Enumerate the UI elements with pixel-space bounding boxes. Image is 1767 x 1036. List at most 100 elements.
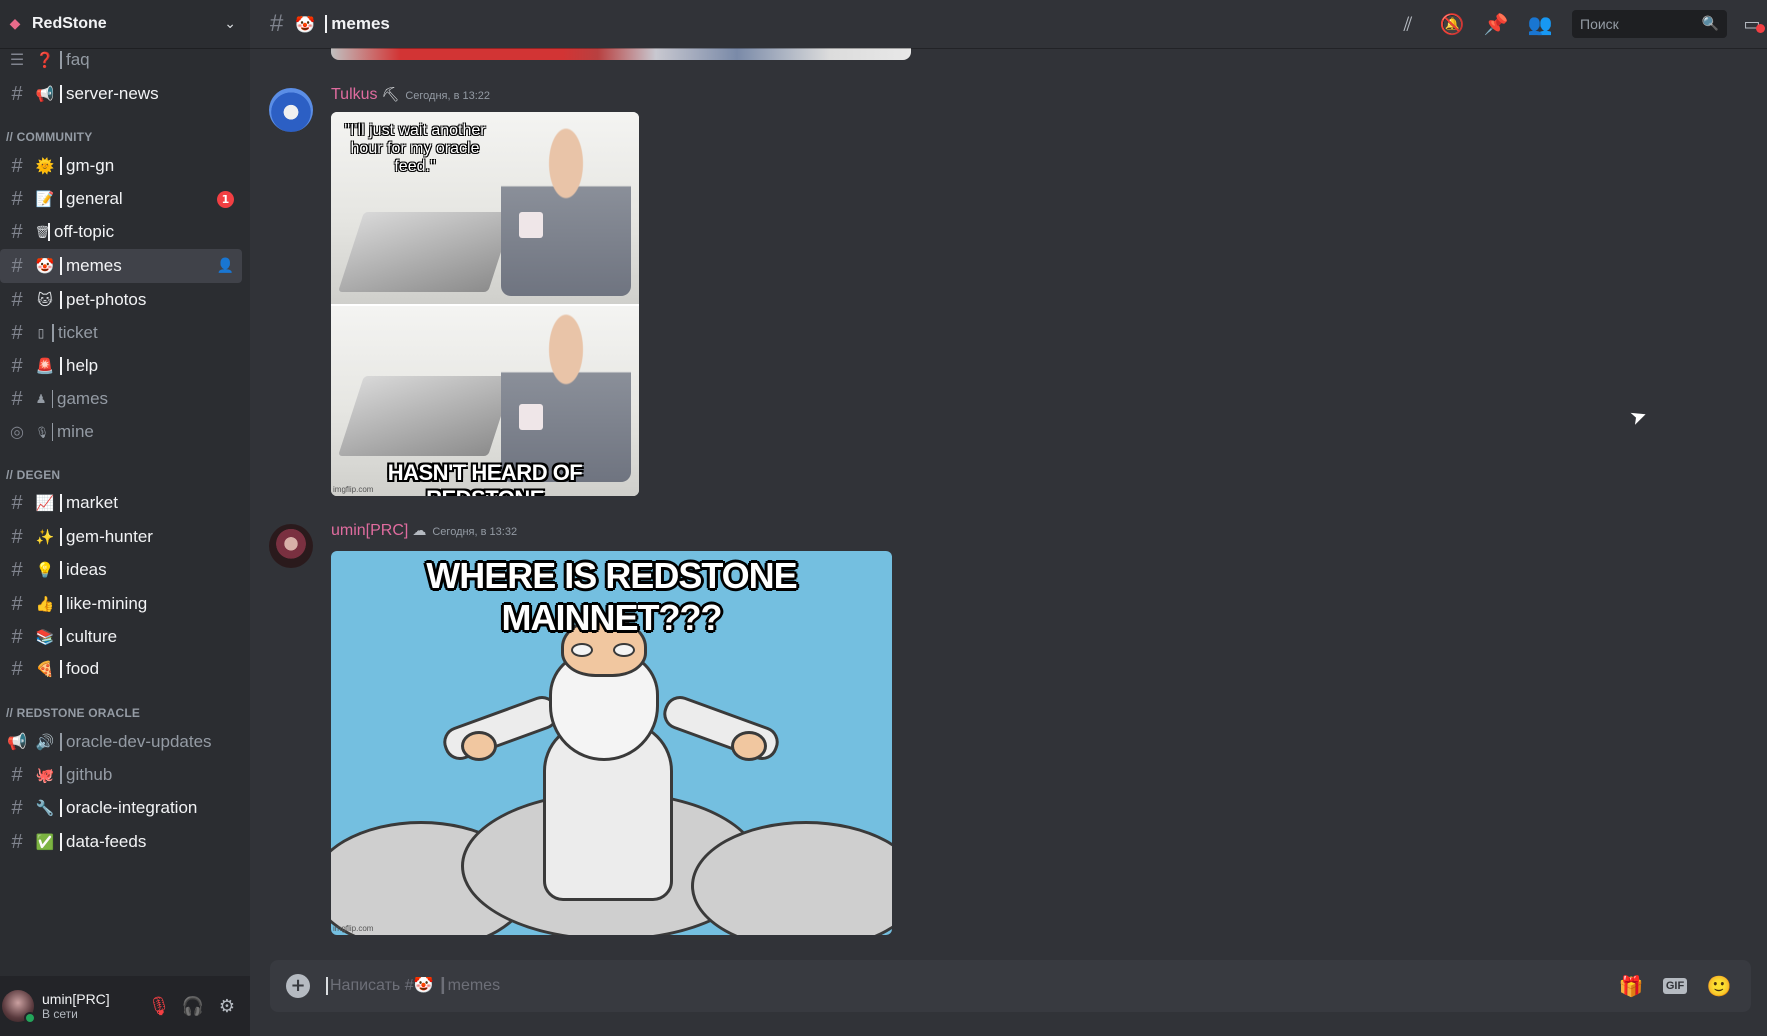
chevron-down-icon[interactable]: ⌄	[224, 16, 236, 32]
channel-name: server-news	[66, 84, 159, 103]
gif-label: GIF	[1662, 978, 1688, 994]
meme-image-hide-the-pain[interactable]: "I'll just wait another hour for my orac…	[331, 112, 639, 496]
gif-button[interactable]: GIF	[1653, 978, 1697, 994]
channel-mine[interactable]: ◎ 🎙 mine	[0, 415, 242, 449]
channel-oracle-dev-updates[interactable]: 📢 🔊 oracle-dev-updates	[0, 725, 242, 759]
channel-emoji: 📢	[35, 85, 55, 103]
message-input[interactable]	[326, 977, 1609, 995]
channel-like-mining[interactable]: # 👍 like-mining	[0, 587, 242, 621]
hash-icon: #	[11, 354, 23, 377]
member-list-icon[interactable]: 👥	[1518, 12, 1562, 36]
channel-games[interactable]: # ♟ games	[0, 382, 242, 416]
channel-data-feeds[interactable]: # ✅ data-feeds	[0, 825, 242, 859]
channel-emoji: 📚	[35, 628, 55, 646]
channel-emoji: 🎙	[35, 425, 49, 439]
pickaxe-icon: ⛏	[381, 87, 400, 103]
inbox-icon[interactable]: ▭	[1737, 14, 1767, 35]
channel-name: ticket	[58, 323, 98, 342]
server-header[interactable]: ◆ RedStone ⌄	[0, 0, 250, 48]
previous-message-image[interactable]	[331, 48, 911, 60]
author-name[interactable]: umin[PRC]	[331, 522, 408, 540]
user-meta[interactable]: umin[PRC] В сети	[42, 991, 142, 1021]
hash-icon: #	[11, 657, 23, 680]
message-header: umin[PRC] ☁ Сегодня, в 13:32	[331, 522, 517, 540]
gift-icon[interactable]: 🎁	[1609, 974, 1653, 998]
threads-icon[interactable]: ⫽	[1386, 12, 1430, 36]
channel-divider	[60, 51, 62, 69]
sticker-icon[interactable]: 🙂	[1697, 974, 1741, 998]
headphones-icon[interactable]: 🎧	[176, 989, 210, 1023]
channel-gem-hunter[interactable]: # ✨ gem-hunter	[0, 520, 242, 554]
watermark: imgflip.com	[333, 485, 374, 494]
channel-general[interactable]: # 📝 general 1	[0, 182, 242, 216]
gear-icon[interactable]: ⚙	[210, 989, 244, 1023]
pin-icon[interactable]: 📌	[1474, 12, 1518, 36]
channel-name: off-topic	[54, 222, 115, 241]
channel-name: pet-photos	[66, 290, 147, 309]
channel-gm-gn[interactable]: # 🌞 gm-gn	[0, 149, 242, 183]
channel-server-news[interactable]: # 📢 server-news	[0, 77, 242, 111]
notifications-muted-icon[interactable]: 🔕	[1430, 12, 1474, 36]
discord-app: ◆ RedStone ⌄ ☰ ❓ faq # 📢 server-news // …	[0, 0, 1767, 1036]
laptop-illustration	[338, 212, 514, 292]
channel-divider	[60, 157, 62, 175]
online-status-dot	[24, 1012, 36, 1024]
message-composer: + 🎁 GIF 🙂	[270, 960, 1751, 1012]
hash-icon: #	[270, 10, 284, 37]
channel-food[interactable]: # 🍕 food	[0, 652, 242, 686]
add-attachment-button[interactable]: +	[286, 974, 310, 998]
channel-culture[interactable]: # 📚 culture	[0, 620, 242, 654]
channel-emoji: 📝	[35, 190, 55, 208]
hash-icon: #	[11, 796, 23, 819]
channel-ticket[interactable]: # ▯ ticket	[0, 316, 242, 350]
channel-ideas[interactable]: # 💡 ideas	[0, 553, 242, 587]
search-input[interactable]	[1580, 16, 1690, 32]
meme-image-where-mainnet[interactable]: WHERE IS REDSTONE MAINNET??? imgflip.com	[331, 551, 892, 935]
channel-name: gem-hunter	[66, 527, 153, 546]
channel-divider	[60, 190, 62, 208]
hash-icon: #	[11, 830, 23, 853]
channel-divider	[60, 833, 62, 851]
channel-emoji: 🤡	[35, 257, 55, 275]
search-icon: 🔍	[1701, 16, 1719, 32]
category-redstone-oracle[interactable]: // REDSTONE ORACLE	[6, 706, 140, 720]
eyebrow-illustration	[571, 643, 593, 657]
avatar[interactable]	[269, 88, 313, 132]
mic-muted-icon[interactable]: 🎙	[142, 989, 176, 1023]
channel-github[interactable]: # 🐙 github	[0, 758, 242, 792]
channel-name: market	[66, 493, 118, 512]
channel-divider	[60, 561, 62, 579]
category-community[interactable]: // COMMUNITY	[6, 130, 92, 144]
channel-divider	[60, 733, 62, 751]
search-box[interactable]: 🔍	[1572, 10, 1727, 38]
channel-help[interactable]: # 🚨 help	[0, 349, 242, 383]
hash-icon: #	[11, 288, 23, 311]
channel-emoji: ❓	[35, 51, 55, 69]
author-name[interactable]: Tulkus	[331, 86, 378, 104]
create-invite-icon[interactable]: 👤	[217, 258, 234, 274]
channel-pet-photos[interactable]: # 🐱 pet-photos	[0, 283, 242, 317]
channel-divider	[60, 595, 62, 613]
user-panel: umin[PRC] В сети 🎙 🎧 ⚙	[0, 976, 250, 1036]
channel-oracle-integration[interactable]: # 🔧 oracle-integration	[0, 791, 242, 825]
hash-icon: #	[11, 592, 23, 615]
channel-emoji: 🐙	[35, 766, 55, 784]
hash-icon: #	[11, 154, 23, 177]
hash-icon: #	[11, 387, 23, 410]
avatar[interactable]	[269, 524, 313, 568]
avatar[interactable]	[2, 990, 36, 1024]
timestamp: Сегодня, в 13:22	[405, 90, 491, 102]
channel-memes[interactable]: # 🤡 memes 👤	[0, 249, 242, 283]
hand-illustration	[461, 731, 497, 761]
channel-name: mine	[57, 422, 94, 441]
hash-icon: #	[11, 321, 23, 344]
channel-market[interactable]: # 📈 market	[0, 486, 242, 520]
category-degen[interactable]: // DEGEN	[6, 468, 60, 482]
hash-icon: #	[11, 525, 23, 548]
man-illustration	[501, 126, 631, 296]
channel-emoji: 🍕	[35, 660, 55, 678]
channel-off-topic[interactable]: # 🗑 off-topic	[0, 215, 242, 249]
laptop-illustration	[338, 376, 514, 456]
channel-divider	[60, 85, 62, 103]
channel-faq[interactable]: ☰ ❓ faq	[0, 48, 242, 77]
